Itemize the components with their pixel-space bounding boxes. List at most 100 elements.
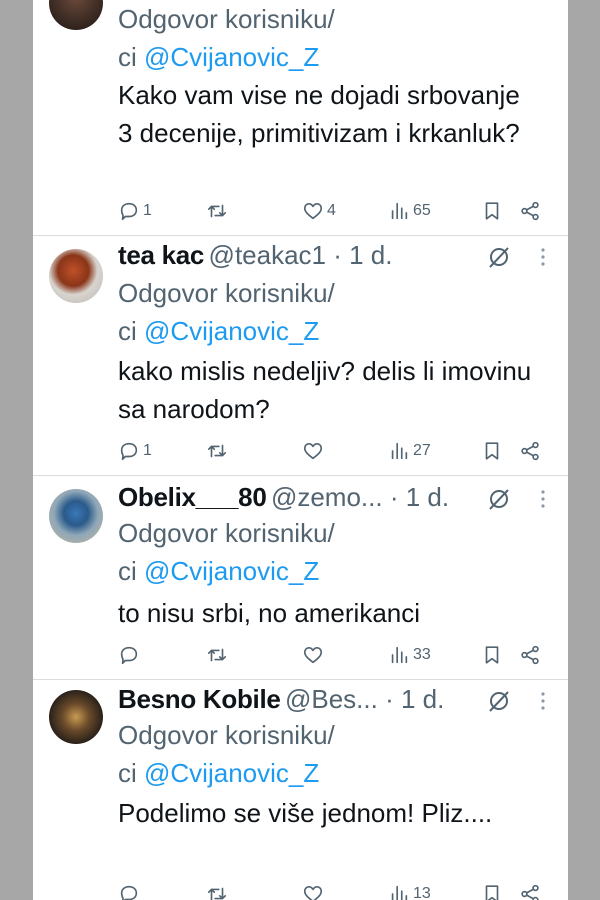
retweet-button[interactable]	[206, 642, 231, 668]
reply-prefix: Odgovor korisniku/	[118, 518, 335, 548]
views-icon	[391, 646, 408, 664]
reply-to-mention[interactable]: @Cvijanovic_Z	[144, 42, 319, 72]
tweet-header: tea kac @teakac1 · 1 d.	[118, 240, 568, 274]
tweet[interactable]: Obelix___80 @zemo... · 1 d. Odgovor kori…	[33, 476, 568, 680]
more-icon[interactable]	[536, 684, 550, 718]
reply-count: 1	[143, 442, 152, 459]
tweet[interactable]: Odgovor korisniku/ ci @Cvijanovic_Z Kako…	[33, 0, 568, 236]
timestamp[interactable]: 1 d.	[349, 240, 392, 270]
retweet-icon	[207, 444, 227, 458]
bookmark-icon	[485, 442, 499, 460]
like-button[interactable]	[302, 881, 327, 900]
views-button[interactable]: 27	[388, 438, 431, 464]
heart-icon	[303, 886, 323, 900]
views-icon	[391, 202, 408, 220]
share-icon	[521, 441, 539, 461]
views-button[interactable]: 33	[388, 642, 431, 668]
separator-dot: ·	[326, 240, 350, 270]
avatar[interactable]	[49, 690, 103, 744]
reply-button[interactable]: 1	[118, 438, 152, 464]
more-icon[interactable]	[536, 240, 550, 274]
retweet-icon	[207, 648, 227, 662]
retweet-icon	[207, 204, 227, 218]
views-count: 65	[413, 202, 431, 219]
like-button[interactable]	[302, 438, 327, 464]
grok-icon[interactable]	[486, 684, 512, 718]
tweet[interactable]: tea kac @teakac1 · 1 d. Odgovor korisnik…	[33, 236, 568, 476]
tweet-actions: 33	[118, 642, 568, 668]
grok-icon[interactable]	[486, 240, 512, 274]
bookmark-icon	[485, 646, 499, 664]
tweet-actions: 1 4 65	[118, 198, 568, 224]
reply-to-prefix: ci	[118, 758, 137, 788]
reply-prefix: Odgovor korisniku/	[118, 720, 335, 750]
reply-context: Odgovor korisniku/ ci @Cvijanovic_Z	[118, 0, 448, 76]
separator-dot: ·	[377, 684, 401, 714]
views-button[interactable]: 13	[388, 881, 431, 900]
reply-context: Odgovor korisniku/ ci @Cvijanovic_Z	[118, 514, 448, 590]
heart-icon	[303, 203, 323, 220]
timeline-panel: Odgovor korisniku/ ci @Cvijanovic_Z Kako…	[33, 0, 568, 900]
views-count: 27	[413, 442, 431, 459]
views-button[interactable]: 65	[388, 198, 431, 224]
reply-to-prefix: ci	[118, 42, 137, 72]
reply-button[interactable]	[118, 881, 143, 900]
share-button[interactable]	[519, 198, 541, 224]
like-count: 4	[327, 202, 336, 219]
share-icon	[521, 645, 539, 665]
tweet-actions: 13	[118, 881, 568, 900]
grok-icon[interactable]	[486, 482, 512, 516]
reply-to-mention[interactable]: @Cvijanovic_Z	[144, 758, 319, 788]
retweet-button[interactable]	[206, 198, 231, 224]
reply-to-mention[interactable]: @Cvijanovic_Z	[144, 556, 319, 586]
author-name[interactable]: tea kac	[118, 240, 204, 270]
share-button[interactable]	[519, 881, 541, 900]
share-button[interactable]	[519, 642, 541, 668]
like-button[interactable]: 4	[302, 198, 336, 224]
heart-icon	[303, 443, 323, 460]
share-icon	[521, 201, 539, 221]
retweet-icon	[207, 887, 227, 900]
reply-context: Odgovor korisniku/ ci @Cvijanovic_Z	[118, 274, 448, 350]
reply-button[interactable]	[118, 642, 143, 668]
tweet-actions: 1 27	[118, 438, 568, 464]
author-name[interactable]: Besno Kobile	[118, 684, 281, 714]
tweet-text: Podelimo se više jednom! Pliz....	[118, 798, 493, 828]
reply-to-mention[interactable]: @Cvijanovic_Z	[144, 316, 319, 346]
timestamp[interactable]: 1 d.	[406, 482, 449, 512]
reply-icon	[120, 202, 138, 221]
reply-count: 1	[143, 202, 152, 219]
avatar[interactable]	[49, 249, 103, 303]
reply-prefix: Odgovor korisniku/	[118, 4, 335, 34]
author-name[interactable]: Obelix___80	[118, 482, 267, 512]
tweet-text: Kako vam vise ne dojadi srbovanje 3 dece…	[118, 80, 520, 148]
more-icon[interactable]	[536, 482, 550, 516]
retweet-button[interactable]	[206, 881, 231, 900]
reply-prefix: Odgovor korisniku/	[118, 278, 335, 308]
tweet[interactable]: Besno Kobile @Bes... · 1 d. Odgovor kori…	[33, 680, 568, 900]
share-button[interactable]	[519, 438, 541, 464]
bookmark-button[interactable]	[481, 198, 503, 224]
bookmark-button[interactable]	[481, 881, 503, 900]
reply-icon	[120, 442, 138, 461]
reply-icon	[120, 885, 138, 900]
bookmark-icon	[485, 202, 499, 220]
avatar[interactable]	[49, 0, 103, 30]
author-handle[interactable]: @zemo...	[271, 482, 383, 512]
author-handle[interactable]: @teakac1	[209, 240, 326, 270]
bookmark-button[interactable]	[481, 642, 503, 668]
views-icon	[391, 442, 408, 460]
timestamp[interactable]: 1 d.	[401, 684, 444, 714]
heart-icon	[303, 647, 323, 664]
reply-button[interactable]: 1	[118, 198, 152, 224]
tweet-text: to nisu srbi, no amerikanci	[118, 598, 421, 628]
bookmark-button[interactable]	[481, 438, 503, 464]
tweet-text: kako mislis nedeljiv? delis li imovinu s…	[118, 356, 532, 424]
retweet-button[interactable]	[206, 438, 231, 464]
like-button[interactable]	[302, 642, 327, 668]
author-handle[interactable]: @Bes...	[285, 684, 378, 714]
views-icon	[391, 885, 408, 900]
avatar[interactable]	[49, 489, 103, 543]
tweet-header: Obelix___80 @zemo... · 1 d.	[118, 482, 568, 516]
views-count: 33	[413, 646, 431, 663]
